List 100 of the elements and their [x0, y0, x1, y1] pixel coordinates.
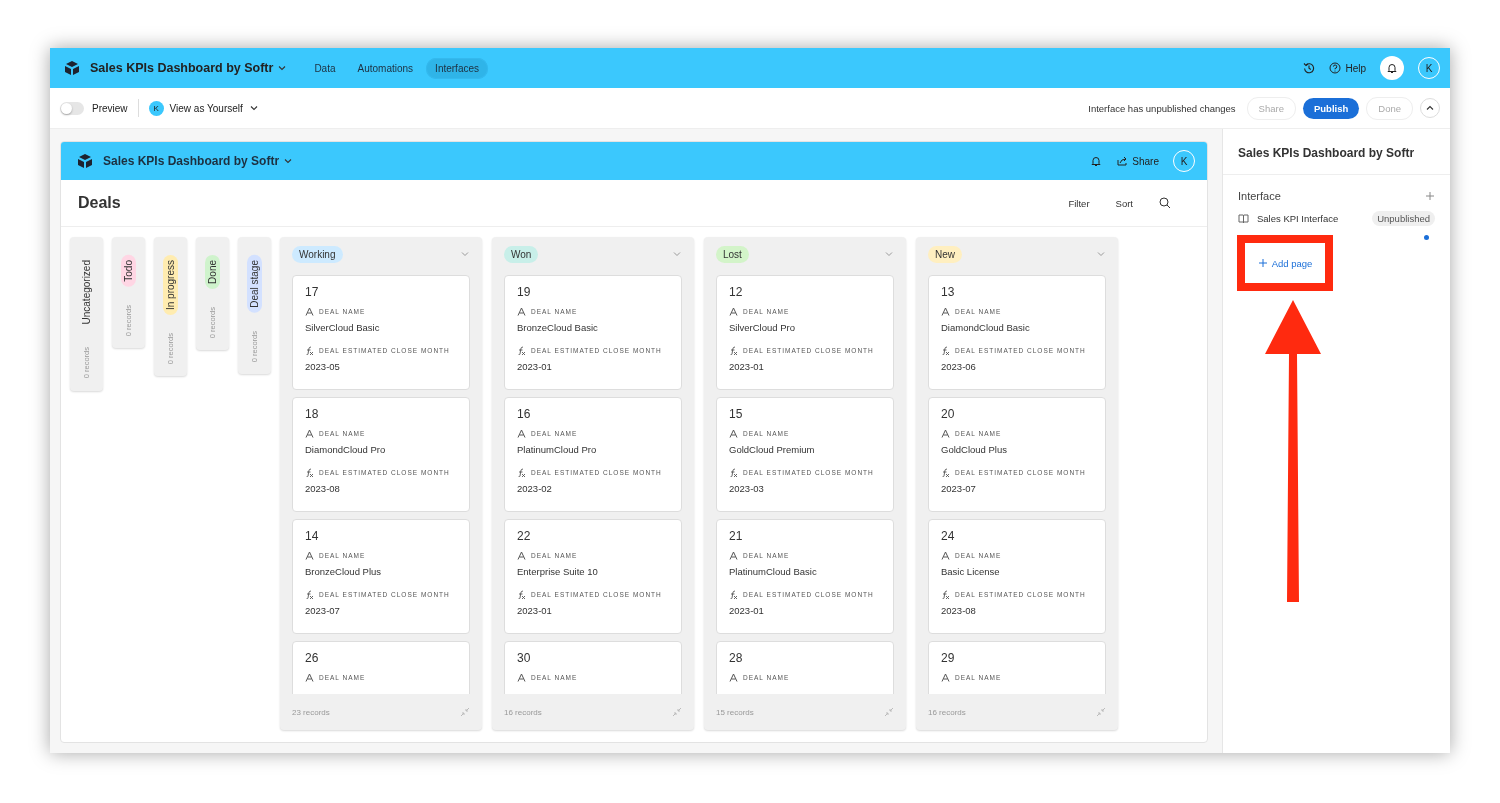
collapse-arrows-icon[interactable]	[672, 707, 682, 717]
search-icon[interactable]	[1159, 197, 1171, 209]
record-id: 16	[517, 407, 532, 421]
record-id: 20	[941, 407, 956, 421]
chevron-up-icon	[1425, 103, 1435, 113]
bell-icon[interactable]	[1090, 155, 1103, 167]
share-icon	[1116, 155, 1129, 167]
add-page-button[interactable]: Add page	[1257, 257, 1313, 269]
section-title: Interface	[1238, 190, 1281, 202]
formula-icon	[517, 468, 526, 477]
record-count: 23 records	[292, 707, 330, 717]
notifications-button[interactable]	[1380, 56, 1404, 80]
plus-icon	[1257, 258, 1268, 268]
logo-icon	[77, 153, 93, 169]
text-field-icon	[729, 307, 738, 316]
field-value: PlatinumCloud Pro	[517, 444, 598, 455]
group-label: New	[928, 245, 962, 263]
preview-toggle[interactable]	[60, 101, 84, 115]
group-label: Won	[504, 245, 539, 263]
record-id: 14	[305, 529, 320, 543]
share-button[interactable]: Share	[1116, 155, 1159, 167]
group-label: Lost	[716, 245, 749, 263]
formula-icon	[729, 590, 738, 599]
field-value: PlatinumCloud Basic	[729, 566, 818, 577]
record-id: 28	[729, 651, 744, 665]
text-field-icon	[941, 673, 950, 682]
formula-icon	[941, 468, 950, 477]
nav-tab[interactable]: Interfaces	[426, 57, 489, 79]
field-value: SilverCloud Pro	[729, 322, 796, 333]
view-as-menu[interactable]: K View as Yourself	[148, 100, 259, 116]
nav-tab[interactable]: Automations	[348, 57, 423, 79]
record-id: 22	[517, 529, 532, 543]
record-id: 21	[729, 529, 744, 543]
caret-icon	[248, 103, 259, 113]
text-field-icon	[305, 307, 314, 316]
panel-title: Sales KPIs Dashboard by Softr	[1223, 129, 1450, 175]
text-field-icon	[941, 307, 950, 316]
toolbar-action[interactable]: Filter	[1068, 197, 1090, 209]
text-field-icon	[305, 429, 314, 438]
record-id: 30	[517, 651, 532, 665]
record-id: 13	[941, 285, 956, 299]
plus-icon[interactable]	[1425, 191, 1435, 201]
record-count: 16 records	[928, 707, 966, 717]
history-icon[interactable]	[1303, 62, 1316, 74]
toolbar-button[interactable]: Publish	[1302, 97, 1360, 119]
collapse-arrows-icon[interactable]	[884, 707, 894, 717]
toolbar-action[interactable]: Sort	[1115, 197, 1133, 209]
help-button[interactable]: Help	[1329, 62, 1366, 74]
formula-icon	[305, 346, 314, 355]
app-title-menu[interactable]: Sales KPIs Dashboard by Softr	[90, 61, 288, 75]
text-field-icon	[517, 551, 526, 560]
field-value: 2023-07	[941, 483, 977, 494]
field-value: GoldCloud Plus	[941, 444, 1008, 455]
field-value: DiamondCloud Basic	[941, 322, 1031, 333]
field-value: SilverCloud Basic	[305, 322, 381, 333]
formula-icon	[305, 468, 314, 477]
formula-icon	[305, 590, 314, 599]
field-value: 2023-07	[305, 605, 341, 616]
status-badge: Unpublished	[1372, 211, 1435, 226]
field-value: 2023-03	[729, 483, 765, 494]
field-value: 2023-01	[517, 605, 553, 616]
caret-icon[interactable]	[672, 249, 682, 259]
text-field-icon	[517, 307, 526, 316]
field-value: 2023-02	[517, 483, 553, 494]
group-label: Working	[292, 245, 343, 263]
help-icon	[1329, 62, 1342, 74]
record-id: 18	[305, 407, 320, 421]
record-id: 19	[517, 285, 532, 299]
book-icon	[1238, 213, 1249, 224]
field-value: 2023-01	[729, 361, 765, 372]
bell-icon	[1386, 62, 1398, 74]
group-label: In progress	[163, 255, 178, 316]
collapse-arrows-icon[interactable]	[1096, 707, 1106, 717]
logo-icon	[64, 60, 80, 76]
formula-icon	[517, 346, 526, 355]
field-value: GoldCloud Premium	[729, 444, 816, 455]
field-value: 2023-05	[305, 361, 341, 372]
page-title: Deals	[78, 194, 121, 212]
field-value: BronzeCloud Basic	[517, 322, 599, 333]
record-id: 12	[729, 285, 744, 299]
field-value: 2023-06	[941, 361, 977, 372]
interface-item[interactable]: Sales KPI Interface Unpublished	[1238, 211, 1435, 226]
text-field-icon	[729, 551, 738, 560]
record-id: 24	[941, 529, 956, 543]
caret-icon[interactable]	[1096, 249, 1106, 259]
text-field-icon	[729, 673, 738, 682]
field-value: Enterprise Suite 10	[517, 566, 599, 577]
group-label: Todo	[121, 255, 136, 287]
field-value: 2023-01	[517, 361, 553, 372]
text-field-icon	[941, 429, 950, 438]
formula-icon	[729, 468, 738, 477]
caret-icon[interactable]	[884, 249, 894, 259]
record-count: 16 records	[504, 707, 542, 717]
field-value: 2023-08	[941, 605, 977, 616]
collapse-arrows-icon[interactable]	[460, 707, 470, 717]
caret-icon[interactable]	[460, 249, 470, 259]
caret-icon	[277, 63, 288, 73]
interface-title-menu[interactable]: Sales KPIs Dashboard by Softr	[103, 154, 294, 168]
record-id: 17	[305, 285, 320, 299]
nav-tab[interactable]: Data	[305, 57, 345, 79]
